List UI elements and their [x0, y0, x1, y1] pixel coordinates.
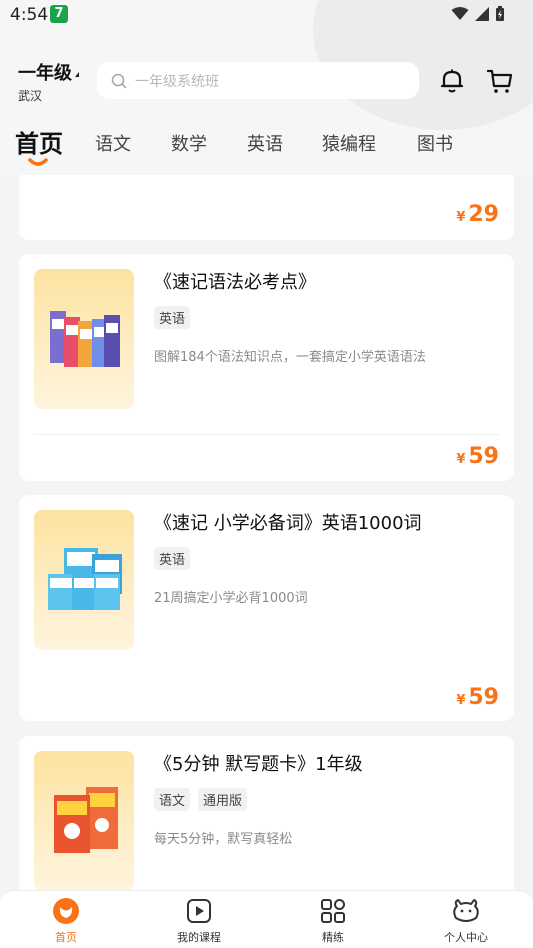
product-cover-image — [34, 510, 134, 650]
tab-chinese[interactable]: 语文 — [95, 130, 131, 156]
profile-icon — [453, 899, 479, 922]
bell-icon[interactable] — [440, 68, 464, 94]
cart-icon[interactable] — [487, 68, 513, 94]
nav-my-courses[interactable]: 我的课程 — [154, 897, 244, 945]
grade-selector[interactable]: 一年级 武汉 — [18, 59, 79, 104]
nav-profile-label: 个人中心 — [444, 931, 488, 944]
product-card[interactable]: ¥29 — [19, 175, 514, 240]
product-price: ¥29 — [456, 202, 499, 227]
city-label: 武汉 — [18, 89, 43, 103]
home-icon — [53, 898, 79, 924]
product-card[interactable]: 《5分钟 默写题卡》1年级 语文 通用版 每天5分钟，默写真轻松 — [19, 736, 514, 890]
nav-home[interactable]: 首页 — [21, 897, 111, 945]
product-card[interactable]: 《速记语法必考点》 英语 图解184个语法知识点，一套搞定小学英语语法 ¥59 — [19, 254, 514, 481]
product-card[interactable]: 《速记 小学必备词》英语1000词 英语 21周搞定小学必背1000词 ¥59 — [19, 495, 514, 721]
product-tag: 英语 — [154, 306, 191, 329]
search-bar[interactable]: 一年级系统班 — [97, 62, 419, 99]
tab-active-indicator — [28, 158, 48, 166]
search-placeholder: 一年级系统班 — [135, 73, 219, 90]
grid-icon — [321, 899, 345, 923]
product-tag: 通用版 — [198, 788, 248, 811]
product-cover-image — [34, 269, 134, 409]
wifi-icon — [451, 7, 469, 20]
product-title: 《5分钟 默写题卡》1年级 — [154, 754, 363, 775]
tab-math[interactable]: 数学 — [171, 130, 207, 156]
play-icon — [187, 899, 211, 923]
tab-books[interactable]: 图书 — [417, 130, 453, 156]
battery-icon — [496, 6, 504, 21]
tab-home[interactable]: 首页 — [15, 124, 63, 159]
tab-coding[interactable]: 猿编程 — [322, 130, 376, 156]
nav-practice-label: 精练 — [322, 931, 344, 944]
product-title: 《速记 小学必备词》英语1000词 — [154, 513, 422, 534]
signal-icon — [475, 7, 489, 21]
nav-my-courses-label: 我的课程 — [177, 931, 221, 944]
caret-icon — [75, 72, 79, 77]
app-notification-icon: 7 — [50, 5, 68, 23]
nav-profile[interactable]: 个人中心 — [421, 897, 511, 945]
product-description: 图解184个语法知识点，一套搞定小学英语语法 — [154, 350, 426, 365]
status-bar: 4:54 7 — [0, 0, 533, 30]
nav-practice[interactable]: 精练 — [288, 897, 378, 945]
product-cover-image — [34, 751, 134, 890]
bottom-nav: 首页 我的课程 精练 个人中心 — [0, 890, 533, 948]
header: 一年级 武汉 一年级系统班 — [0, 55, 533, 105]
product-tags: 语文 通用版 — [154, 788, 248, 811]
product-price: ¥59 — [456, 444, 499, 469]
tab-english[interactable]: 英语 — [247, 130, 283, 156]
product-title: 《速记语法必考点》 — [154, 272, 316, 293]
search-icon — [111, 73, 127, 88]
category-tabs: 首页 语文 数学 英语 猿编程 图书 — [0, 120, 533, 170]
nav-home-label: 首页 — [55, 931, 77, 944]
product-list[interactable]: ¥29 《速记语法必考点》 英语 图解184个语法知识点，一套搞定小学英语语法 … — [0, 175, 533, 890]
product-price: ¥59 — [456, 685, 499, 710]
product-tags: 英语 — [154, 306, 191, 329]
product-tag: 英语 — [154, 547, 191, 570]
product-description: 每天5分钟，默写真轻松 — [154, 832, 293, 847]
product-tags: 英语 — [154, 547, 191, 570]
product-tag: 语文 — [154, 788, 191, 811]
status-time: 4:54 — [10, 5, 49, 25]
divider — [34, 434, 499, 435]
grade-label: 一年级 — [18, 63, 72, 84]
product-description: 21周搞定小学必背1000词 — [154, 591, 308, 606]
